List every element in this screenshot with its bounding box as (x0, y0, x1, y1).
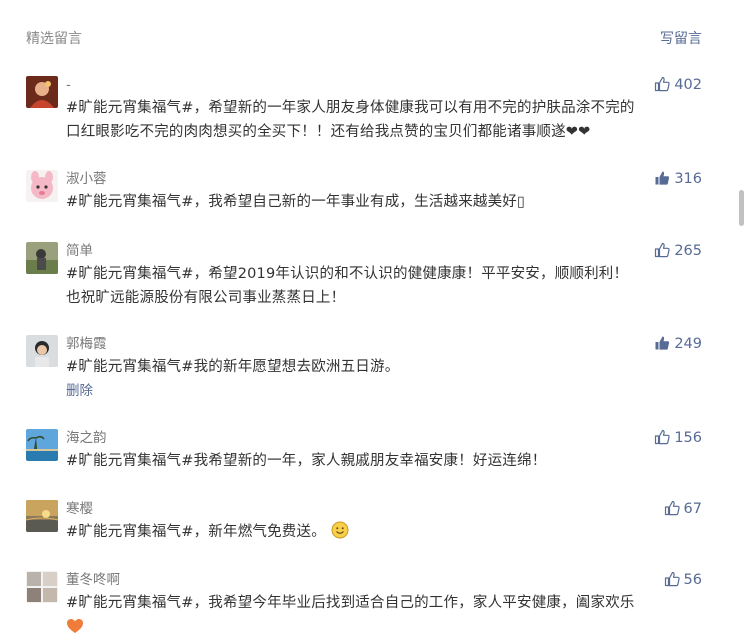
comment-content: #旷能元宵集福气#，希望2019年认识的和不认识的健健康康！平平安安，顺顺利利！… (66, 262, 702, 310)
comment-content: #旷能元宵集福气#，我希望今年毕业后找到适合自己的工作，家人平安健康，阖家欢乐 (66, 591, 702, 642)
like-count: 156 (674, 430, 702, 446)
like-count: 402 (674, 77, 702, 93)
comment-content: #旷能元宵集福气#，希望新的一年家人朋友身体健康我可以有用不完的护肤品涂不完的 … (66, 96, 702, 144)
comment-item: 简单 265 #旷能元宵集福气#，希望2019年认识的和不认识的健健康康！平平安… (26, 242, 702, 312)
comment-item: - 402 #旷能元宵集福气#，希望新的一年家人朋友身体健康我可以有用不完的护肤… (26, 76, 702, 146)
avatar[interactable] (26, 170, 58, 202)
comment-text-line: #旷能元宵集福气#我的新年愿望想去欧洲五日游。 (66, 359, 400, 375)
like-count: 67 (683, 501, 702, 517)
delete-comment-link[interactable]: 删除 (66, 379, 93, 399)
like-button[interactable]: 249 (654, 335, 702, 353)
like-button[interactable]: 156 (654, 429, 702, 447)
thumbs-up-icon (664, 571, 680, 587)
thumbs-up-icon (655, 429, 670, 445)
comment-nickname: 海之韵 (66, 430, 107, 446)
comment-content: #旷能元宵集福气#，新年燃气免费送。 (66, 520, 702, 547)
avatar[interactable] (26, 571, 58, 603)
comment-nickname: 董冬咚啊 (66, 572, 120, 588)
like-button[interactable]: 402 (654, 76, 702, 94)
thumbs-up-icon (664, 500, 680, 516)
write-comment-link[interactable]: 写留言 (660, 28, 702, 48)
like-count: 249 (674, 336, 702, 352)
comment-text-line: #旷能元宵集福气#，希望2019年认识的和不认识的健健康康！平平安安，顺顺利利！ (66, 266, 629, 282)
comment-text-line: #旷能元宵集福气#，我希望自己新的一年事业有成，生活越来越美好▯ (66, 194, 526, 210)
thumbs-up-filled-icon (655, 171, 670, 185)
featured-comments-title: 精选留言 (26, 31, 82, 47)
comment-content: #旷能元宵集福气#我希望新的一年，家人親戚朋友幸福安康！好运连绵！ (66, 449, 702, 473)
comment-item: 董冬咚啊 56 #旷能元宵集福气#，我希望今年毕业后找到适合自己的工作，家人平安… (26, 571, 702, 639)
comment-content: #旷能元宵集福气#，我希望自己新的一年事业有成，生活越来越美好▯ (66, 190, 702, 214)
smile-emoji-icon (331, 521, 349, 547)
comment-text-line: #旷能元宵集福气#，我希望今年毕业后找到适合自己的工作，家人平安健康，阖家欢乐 (66, 595, 635, 611)
comment-nickname: 寒樱 (66, 501, 93, 517)
thumbs-up-icon (655, 242, 670, 258)
avatar[interactable] (26, 335, 58, 367)
comment-nickname: 简单 (66, 243, 93, 259)
comment-text: #旷能元宵集福气#，新年燃气免费送。 (66, 524, 326, 540)
comment-text-line: #旷能元宵集福气#，新年燃气免费送。 (66, 520, 702, 547)
scrollbar-thumb[interactable] (739, 190, 744, 226)
comment-text-line: #旷能元宵集福气#我希望新的一年，家人親戚朋友幸福安康！好运连绵！ (66, 453, 547, 469)
comment-item: 淑小蓉 316 #旷能元宵集福气#，我希望自己新的一年事业有成，生活越来越美好▯ (26, 170, 702, 216)
comment-text-line: 也祝旷远能源股份有限公司事业蒸蒸日上！ (66, 290, 346, 306)
comment-nickname: - (66, 77, 71, 93)
comment-nickname: 郭梅霞 (66, 336, 107, 352)
like-button[interactable]: 67 (664, 500, 702, 518)
avatar[interactable] (26, 76, 58, 108)
comment-text-line: 口红眼影吃不完的肉肉想买的全买下！！还有给我点赞的宝贝们都能诸事顺遂❤❤ (66, 124, 591, 140)
comment-item: 海之韵 156 #旷能元宵集福气#我希望新的一年，家人親戚朋友幸福安康！好运连绵… (26, 429, 702, 475)
comment-item: 寒樱 67 #旷能元宵集福气#，新年燃气免费送。 (26, 500, 702, 546)
comment-item: 郭梅霞 249 #旷能元宵集福气#我的新年愿望想去欧洲五日游。 删除 (26, 335, 702, 405)
avatar[interactable] (26, 242, 58, 274)
like-button[interactable]: 56 (664, 571, 702, 589)
like-count: 316 (674, 171, 702, 187)
avatar[interactable] (26, 500, 58, 532)
thumbs-up-icon (655, 76, 670, 92)
like-count: 265 (674, 243, 702, 259)
thumbs-up-filled-icon (655, 336, 670, 350)
like-count: 56 (683, 572, 702, 588)
heart-emoji-icon (66, 618, 84, 642)
like-button[interactable]: 316 (654, 170, 702, 188)
avatar[interactable] (26, 429, 58, 461)
comment-text-line: #旷能元宵集福气#，希望新的一年家人朋友身体健康我可以有用不完的护肤品涂不完的 (66, 100, 635, 116)
like-button[interactable]: 265 (654, 242, 702, 260)
comment-text-line (66, 615, 702, 642)
comments-header: 精选留言 写留言 (26, 28, 702, 48)
comment-nickname: 淑小蓉 (66, 171, 107, 187)
comment-content: #旷能元宵集福气#我的新年愿望想去欧洲五日游。 (66, 355, 702, 379)
